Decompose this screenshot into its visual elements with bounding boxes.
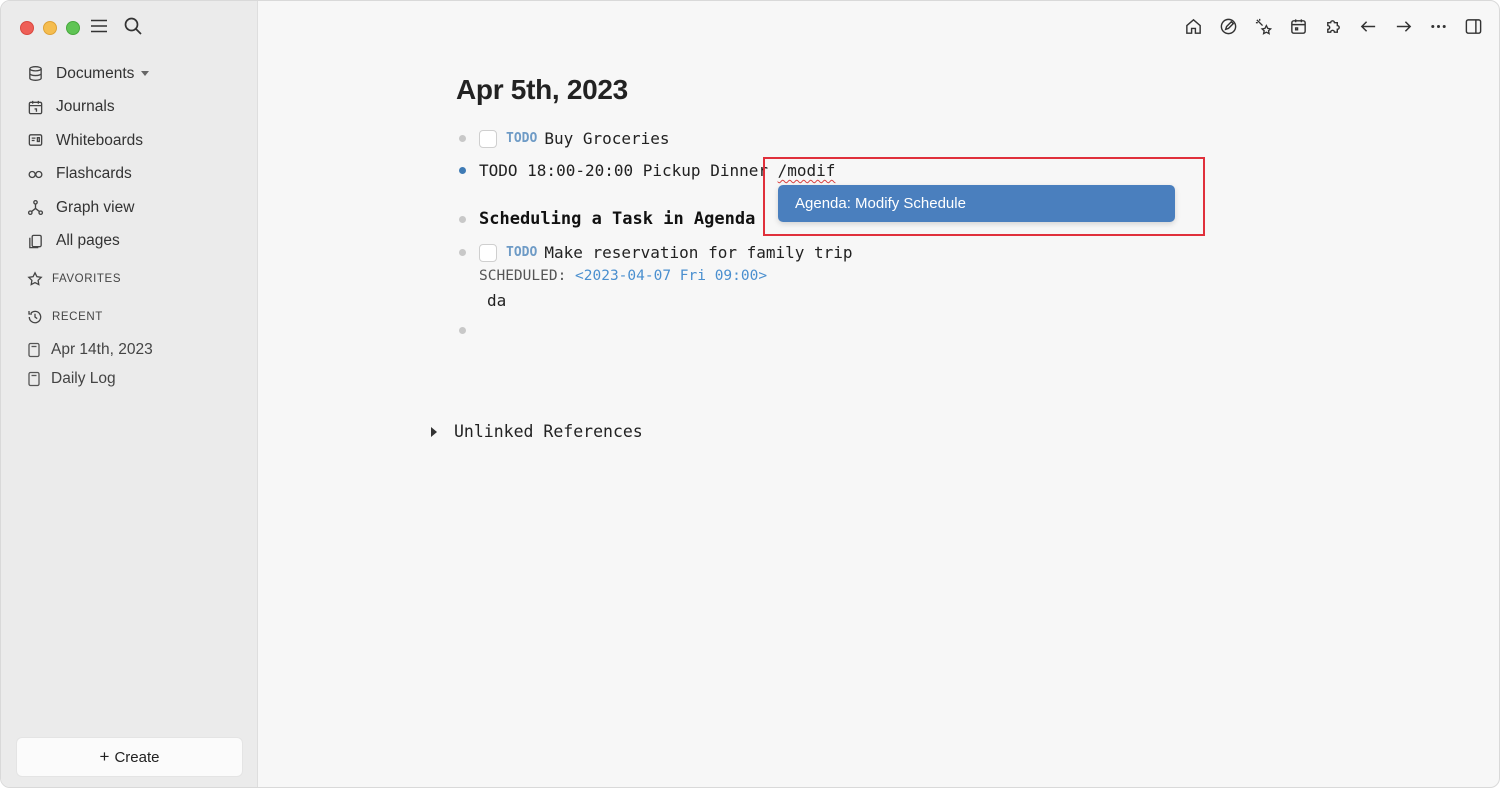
chevron-right-icon[interactable] — [431, 426, 437, 437]
calendar-icon[interactable] — [1288, 15, 1308, 37]
sidebar-item-label: Journals — [56, 98, 115, 116]
sidebar-nav: Documents Journals Whiteboards Flashcard… — [1, 57, 258, 258]
chevron-down-icon[interactable] — [141, 71, 150, 77]
arrow-left-icon[interactable] — [1358, 15, 1378, 37]
empty-block[interactable] — [459, 327, 466, 334]
block-bullet[interactable] — [459, 249, 466, 256]
window-controls — [20, 21, 80, 35]
puzzle-icon[interactable] — [1323, 15, 1343, 37]
search-icon[interactable] — [123, 16, 143, 36]
unlinked-references-toggle[interactable]: Unlinked References — [431, 422, 643, 441]
graph-icon — [27, 200, 44, 216]
sidebar-toggle-icon[interactable] — [1463, 15, 1483, 37]
block-bullet[interactable] — [459, 135, 466, 142]
block-buy-groceries[interactable]: TODO Buy Groceries — [459, 129, 670, 148]
sidebar-item-graph-view[interactable]: Graph view — [1, 191, 258, 225]
sidebar-item-all-pages[interactable]: All pages — [1, 225, 258, 259]
block-child-text[interactable]: da — [487, 291, 506, 310]
recent-label: RECENT — [52, 311, 103, 323]
close-window-button[interactable] — [20, 21, 34, 35]
maximize-window-button[interactable] — [66, 21, 80, 35]
block-text[interactable]: Scheduling a Task in Agenda — [479, 209, 755, 229]
sidebar-item-label: Flashcards — [56, 165, 132, 183]
favorites-label: FAVORITES — [52, 273, 122, 285]
pencil-icon[interactable] — [1218, 15, 1238, 37]
scheduled-line: SCHEDULED: <2023-04-07 Fri 09:00> — [479, 268, 767, 284]
todo-checkbox[interactable] — [479, 243, 497, 262]
app-window: Documents Journals Whiteboards Flashcard… — [0, 0, 1500, 788]
scheduled-date-link[interactable]: <2023-04-07 Fri 09:00> — [575, 268, 767, 284]
block-heading[interactable]: Scheduling a Task in Agenda — [459, 209, 755, 229]
todo-marker[interactable]: TODO — [506, 245, 537, 260]
sidebar-item-journals[interactable]: Journals — [1, 91, 258, 125]
sidebar-item-flashcards[interactable]: Flashcards — [1, 158, 258, 192]
menu-icon[interactable] — [89, 16, 109, 36]
block-text[interactable]: Make reservation for family trip — [544, 243, 852, 262]
todo-checkbox[interactable] — [479, 129, 497, 148]
home-icon[interactable] — [1183, 15, 1203, 37]
sidebar-item-label: All pages — [56, 232, 120, 250]
recent-item[interactable]: Apr 14th, 2023 — [27, 341, 153, 359]
recent-item-label: Daily Log — [51, 370, 116, 387]
arrow-right-icon[interactable] — [1393, 15, 1413, 37]
pages-icon — [29, 234, 42, 249]
sidebar-item-label: Documents — [56, 64, 135, 82]
recent-item[interactable]: Daily Log — [27, 370, 116, 388]
infinity-icon — [28, 170, 43, 178]
whiteboard-icon — [28, 134, 43, 147]
database-icon — [29, 66, 42, 82]
more-icon[interactable] — [1428, 15, 1448, 37]
favorites-section[interactable]: FAVORITES — [27, 271, 121, 287]
calendar-icon — [28, 100, 43, 115]
star-icon — [27, 271, 43, 286]
sidebar-item-label: Whiteboards — [56, 131, 144, 149]
editor-text[interactable]: TODO 18:00-20:00 Pickup Dinner — [479, 161, 778, 180]
annotation-highlight-box — [763, 157, 1205, 236]
unlinked-references-label: Unlinked References — [454, 422, 643, 441]
block-text[interactable]: Buy Groceries — [544, 129, 669, 148]
page-icon — [28, 342, 40, 358]
left-sidebar: Documents Journals Whiteboards Flashcard… — [1, 1, 258, 787]
sidebar-item-label: Graph view — [56, 198, 135, 216]
plus-icon: + — [99, 747, 110, 766]
sidebar-item-whiteboards[interactable]: Whiteboards — [1, 124, 258, 158]
history-icon — [28, 310, 42, 324]
recent-item-label: Apr 14th, 2023 — [51, 341, 153, 358]
page-title: Apr 5th, 2023 — [456, 74, 628, 105]
block-bullet[interactable] — [459, 167, 466, 174]
todo-marker[interactable]: TODO — [506, 131, 537, 146]
block-bullet[interactable] — [459, 327, 466, 334]
block-reservation[interactable]: TODO Make reservation for family trip — [459, 243, 853, 262]
minimize-window-button[interactable] — [43, 21, 57, 35]
sparkle-icon[interactable] — [1253, 15, 1273, 37]
top-toolbar — [1183, 15, 1483, 37]
scheduled-label: SCHEDULED: — [479, 268, 576, 284]
block-bullet[interactable] — [459, 215, 466, 223]
sidebar-item-documents[interactable]: Documents — [1, 57, 258, 91]
recent-section[interactable]: RECENT — [27, 309, 103, 325]
create-button[interactable]: + Create — [16, 737, 243, 777]
page-icon — [28, 371, 40, 387]
create-label: Create — [114, 748, 160, 766]
